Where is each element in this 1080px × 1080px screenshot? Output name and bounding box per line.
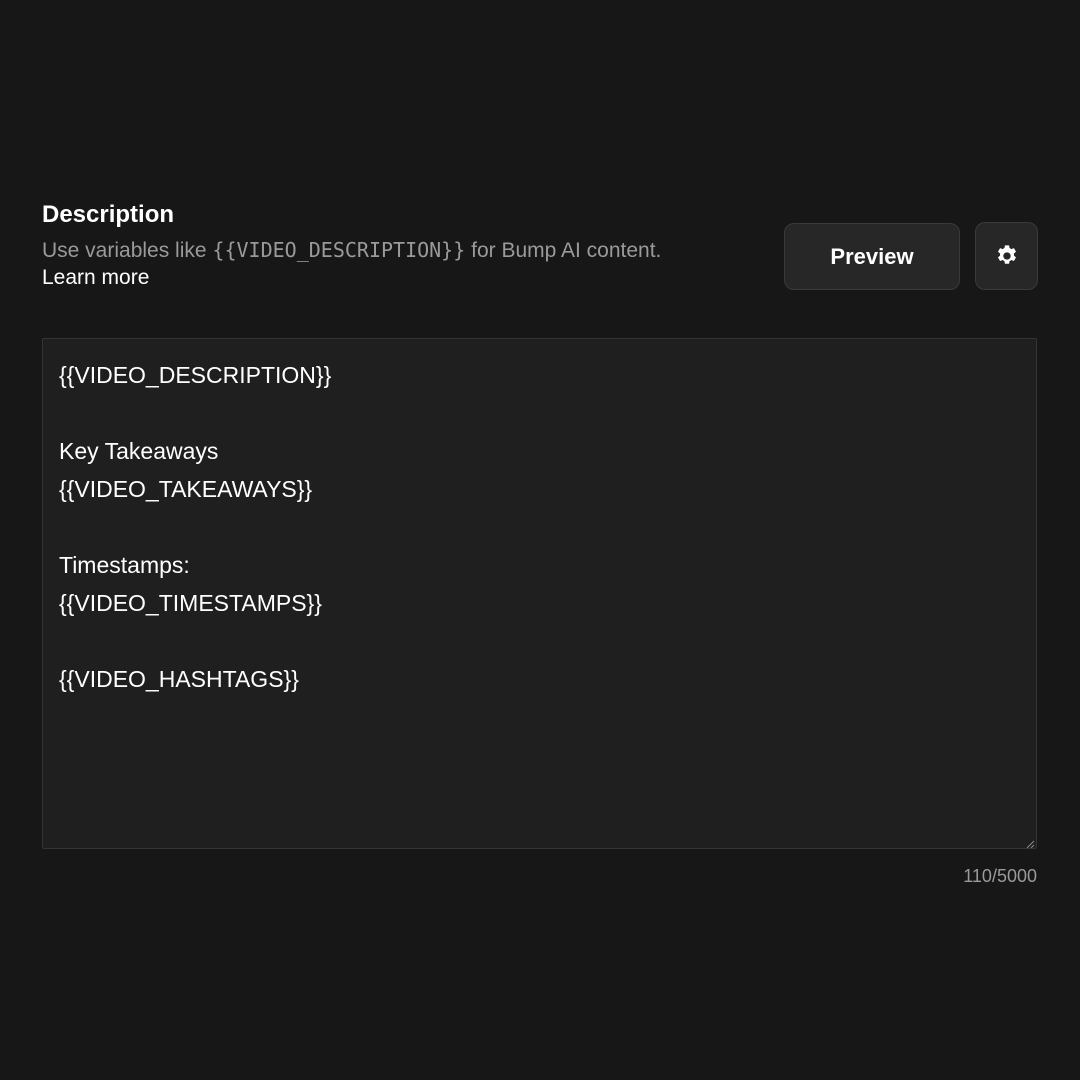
preview-button[interactable]: Preview xyxy=(784,223,960,290)
settings-button[interactable] xyxy=(975,222,1038,290)
character-counter: 110/5000 xyxy=(963,866,1037,886)
help-text-variable: {{VIDEO_DESCRIPTION}} xyxy=(212,238,466,262)
help-text-prefix: Use variables like xyxy=(42,239,213,262)
help-text-suffix: for Bump AI content. xyxy=(465,239,662,262)
description-help-text: Use variables like {{VIDEO_DESCRIPTION}}… xyxy=(42,236,661,265)
resize-handle[interactable] xyxy=(1025,836,1035,849)
description-title: Description xyxy=(42,201,175,228)
gear-icon xyxy=(994,243,1020,269)
learn-more-link[interactable]: Learn more xyxy=(42,264,149,292)
description-textarea[interactable]: {{VIDEO_DESCRIPTION}} Key Takeaways {{VI… xyxy=(42,338,1037,849)
